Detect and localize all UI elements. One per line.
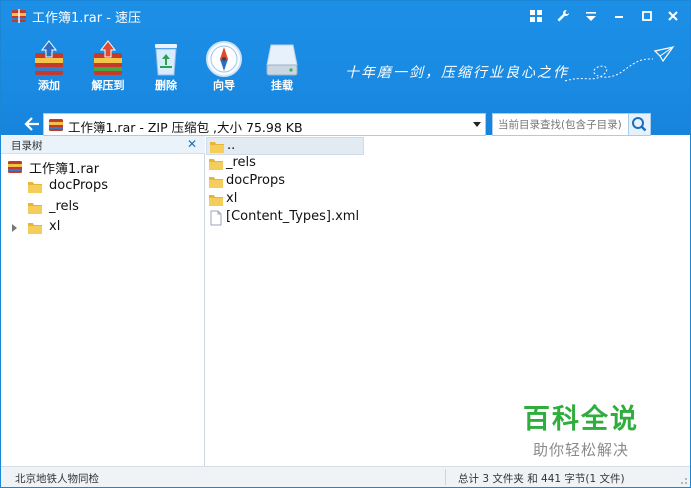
rar-file-icon (8, 161, 22, 173)
watermark-brand: 百科全说 (523, 404, 639, 435)
minimize-icon (615, 16, 623, 18)
delete-label: 删除 (155, 79, 177, 92)
list-item-label: docProps (226, 173, 286, 188)
status-summary: 总计 3 文件夹 和 441 字节(1 文件) (458, 473, 625, 485)
extract-to-button[interactable]: 解压到 (80, 39, 136, 95)
status-divider (445, 469, 446, 485)
tree-root-label: 工作簿1.rar (29, 162, 100, 177)
expand-arrow-icon[interactable] (12, 224, 17, 232)
address-bar[interactable]: 工作簿1.rar - ZIP 压缩包 ,大小 75.98 KB (43, 113, 486, 136)
layout-grid-button[interactable] (528, 8, 546, 24)
folder-icon (28, 182, 42, 193)
maximize-button[interactable] (639, 8, 657, 24)
status-left: 北京地铁人物同检 (15, 473, 99, 485)
grid-icon (530, 10, 542, 22)
tree-item-label: xl (49, 219, 61, 234)
wizard-label: 向导 (213, 79, 235, 92)
watermark: 百科全说 助你轻松解决 (516, 397, 646, 460)
minimize-button[interactable] (611, 8, 629, 24)
watermark-tagline: 助你轻松解决 (532, 441, 629, 459)
paper-plane-icon (564, 46, 675, 82)
title-bar[interactable]: 工作簿1.rar - 速压 (1, 1, 690, 31)
archive-app-icon (12, 9, 26, 23)
list-item[interactable]: [Content_Types].xml (206, 209, 406, 227)
list-item[interactable]: .. (206, 137, 364, 155)
app-window: 工作簿1.rar - 速压 添加 解压到 删除 向导 挂载 十年磨一剑，压缩行业… (0, 0, 691, 488)
wrench-icon (557, 10, 569, 22)
tree-item-label: docProps (49, 178, 109, 193)
compass-icon (206, 41, 242, 77)
extract-icon (94, 40, 122, 75)
list-item[interactable]: docProps (206, 173, 366, 191)
settings-button[interactable] (555, 8, 573, 24)
mount-button[interactable]: 挂载 (254, 39, 310, 95)
back-arrow-icon[interactable] (23, 115, 41, 133)
add-button[interactable]: 添加 (21, 39, 77, 95)
add-archive-icon (35, 40, 63, 75)
chevron-down-icon (586, 12, 596, 21)
header-band: 工作簿1.rar - 速压 添加 解压到 删除 向导 挂载 十年磨一剑，压缩行业… (1, 1, 690, 136)
close-tree-icon[interactable]: ✕ (187, 137, 199, 151)
address-dropdown-icon[interactable] (473, 122, 481, 127)
tree-item-label: _rels (49, 199, 79, 214)
folder-icon (210, 142, 224, 153)
status-bar: 北京地铁人物同检 总计 3 文件夹 和 441 字节(1 文件) (1, 466, 690, 487)
extract-to-label: 解压到 (91, 79, 125, 92)
mount-label: 挂载 (271, 79, 293, 92)
resize-grip-icon[interactable] (678, 475, 688, 485)
list-item-label: _rels (226, 155, 256, 170)
tree-title: 目录树 (11, 140, 43, 152)
close-button[interactable] (665, 8, 683, 24)
address-path: 工作簿1.rar - ZIP 压缩包 ,大小 75.98 KB (68, 120, 303, 135)
folder-icon (209, 177, 223, 188)
search-button[interactable] (628, 114, 650, 135)
tree-header: 目录树 ✕ (1, 136, 205, 154)
delete-button[interactable]: 删除 (138, 39, 194, 95)
folder-icon (28, 203, 42, 214)
list-item[interactable]: xl (206, 191, 366, 209)
close-icon (668, 11, 678, 21)
maximize-icon (642, 11, 652, 21)
recycle-bin-icon (155, 44, 177, 76)
search-box[interactable] (492, 113, 651, 136)
folder-icon (209, 159, 223, 170)
window-title: 工作簿1.rar - 速压 (32, 11, 142, 26)
slogan-text: 十年磨一剑，压缩行业良心之作 (345, 65, 569, 81)
list-item-label: xl (226, 191, 238, 206)
list-item-label: [Content_Types].xml (226, 209, 360, 224)
wizard-button[interactable]: 向导 (196, 39, 252, 95)
list-item[interactable]: _rels (206, 155, 366, 173)
directory-tree-pane: 目录树 ✕ 工作簿1.rar docProps _rels xl (1, 136, 205, 466)
add-label: 添加 (38, 79, 60, 92)
search-input[interactable] (493, 114, 627, 135)
folder-icon (28, 223, 42, 234)
list-item-label: .. (227, 138, 236, 153)
rar-file-icon (49, 119, 63, 131)
search-icon (632, 117, 647, 132)
drive-icon (266, 44, 298, 76)
folder-icon (209, 195, 223, 206)
menu-dropdown-button[interactable] (583, 8, 601, 24)
document-icon (210, 210, 222, 226)
